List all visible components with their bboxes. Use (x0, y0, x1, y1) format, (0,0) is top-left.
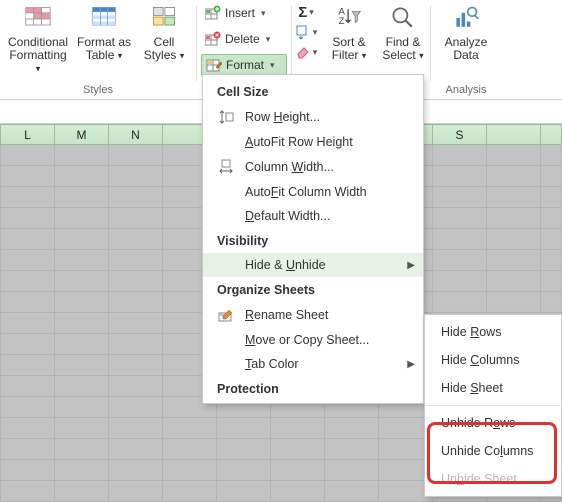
menu-column-width[interactable]: Column Width... (203, 154, 423, 180)
label: Rename Sheet (245, 308, 328, 322)
label: Delete (225, 32, 260, 46)
submenu-hide-rows[interactable]: Hide Rows (425, 318, 561, 346)
label: Unhide Rows (441, 416, 515, 430)
conditional-formatting-button[interactable]: ConditionalFormatting ▾ (7, 2, 69, 77)
sort-filter-icon: AZ (335, 4, 363, 32)
label: Sort &Filter (332, 35, 366, 62)
chevron-down-icon: ▾ (313, 47, 318, 58)
column-width-icon (217, 159, 235, 175)
menu-autofit-col[interactable]: AutoFit Column Width (203, 180, 423, 204)
label: Hide Rows (441, 325, 501, 339)
menu-row-height[interactable]: Row Height... (203, 104, 423, 130)
styles-group-label: Styles (83, 83, 113, 99)
rename-sheet-icon (217, 307, 235, 323)
format-button[interactable]: Format ▾ (201, 54, 287, 76)
submenu-hide-columns[interactable]: Hide Columns (425, 346, 561, 374)
menu-hide-unhide[interactable]: Hide & Unhide ▶ (203, 253, 423, 277)
label: Find &Select (382, 35, 420, 62)
label: Unhide Sheet... (441, 472, 527, 486)
label: Default Width... (245, 209, 330, 223)
col-N[interactable]: N (109, 125, 163, 145)
chevron-down-icon: ▾ (313, 27, 318, 38)
label: AnalyzeData (445, 35, 488, 62)
cell-styles-icon (150, 4, 178, 32)
conditional-formatting-icon (24, 4, 52, 32)
clear-button[interactable]: ▾ (294, 42, 318, 62)
menu-header-protection: Protection (203, 376, 423, 401)
chevron-down-icon: ▾ (266, 34, 271, 45)
styles-group: ConditionalFormatting ▾ Format asTable ▾ (0, 0, 196, 99)
label: Format (226, 58, 264, 72)
delete-cells-icon (205, 31, 221, 47)
insert-button[interactable]: Insert ▾ (201, 2, 287, 24)
label: Row Height... (245, 110, 320, 124)
label: Insert (225, 6, 255, 20)
label: ConditionalFormatting (8, 35, 68, 62)
submenu-unhide-columns[interactable]: Unhide Columns (425, 437, 561, 465)
label: Hide Columns (441, 353, 520, 367)
label: AutoFit Column Width (245, 185, 367, 199)
format-as-table-button[interactable]: Format asTable ▾ (73, 2, 135, 64)
menu-autofit-row[interactable]: AutoFit Row Height (203, 130, 423, 154)
menu-tab-color[interactable]: Tab Color ▶ (203, 352, 423, 376)
svg-text:Z: Z (339, 16, 345, 27)
submenu-unhide-rows[interactable]: Unhide Rows (425, 409, 561, 437)
analysis-group-label: Analysis (446, 83, 487, 99)
col-L[interactable]: L (1, 125, 55, 145)
label: Tab Color (245, 357, 299, 371)
format-as-table-icon (90, 4, 118, 32)
analysis-group: AnalyzeData Analysis (431, 0, 501, 99)
col-M[interactable]: M (55, 125, 109, 145)
menu-default-width[interactable]: Default Width... (203, 204, 423, 228)
autosum-button[interactable]: Σ ▾ (294, 2, 318, 22)
analyze-data-button[interactable]: AnalyzeData (437, 2, 495, 64)
submenu-unhide-sheet: Unhide Sheet... (425, 465, 561, 493)
label: Format asTable (77, 35, 131, 62)
chevron-down-icon: ▾ (270, 60, 275, 71)
chevron-down-icon: ▾ (261, 8, 266, 19)
chevron-down-icon: ▾ (309, 7, 314, 18)
format-menu: Cell Size Row Height... AutoFit Row Heig… (202, 74, 424, 404)
find-select-button[interactable]: Find &Select ▾ (378, 2, 428, 64)
submenu-hide-sheet[interactable]: Hide Sheet (425, 374, 561, 402)
analyze-data-icon (452, 4, 480, 32)
submenu-arrow-icon: ▶ (407, 260, 415, 271)
eraser-icon (295, 44, 311, 60)
label: Unhide Columns (441, 444, 533, 458)
row-height-icon (217, 109, 235, 125)
menu-header-visibility: Visibility (203, 228, 423, 253)
hide-unhide-submenu: Hide Rows Hide Columns Hide Sheet Unhide… (424, 314, 562, 497)
label: Hide & Unhide (245, 258, 326, 272)
find-icon (389, 4, 417, 32)
col-S[interactable]: S (433, 125, 487, 145)
label: AutoFit Row Height (245, 135, 353, 149)
fill-down-icon (295, 24, 311, 40)
menu-header-cell-size: Cell Size (203, 79, 423, 104)
label: Hide Sheet (441, 381, 503, 395)
col-blank[interactable] (487, 125, 541, 145)
sort-filter-button[interactable]: AZ Sort &Filter ▾ (324, 2, 374, 64)
format-cells-icon (206, 57, 222, 73)
label: Move or Copy Sheet... (245, 333, 369, 347)
menu-rename-sheet[interactable]: Rename Sheet (203, 302, 423, 328)
label: Column Width... (245, 160, 334, 174)
delete-button[interactable]: Delete ▾ (201, 28, 287, 50)
fill-button[interactable]: ▾ (294, 22, 318, 42)
menu-header-organize: Organize Sheets (203, 277, 423, 302)
insert-cells-icon (205, 5, 221, 21)
cell-styles-button[interactable]: CellStyles ▾ (139, 2, 189, 64)
col-blank[interactable] (541, 125, 562, 145)
submenu-arrow-icon: ▶ (407, 359, 415, 370)
label: CellStyles (144, 35, 177, 62)
sigma-icon: Σ (298, 4, 307, 21)
menu-move-copy[interactable]: Move or Copy Sheet... (203, 328, 423, 352)
